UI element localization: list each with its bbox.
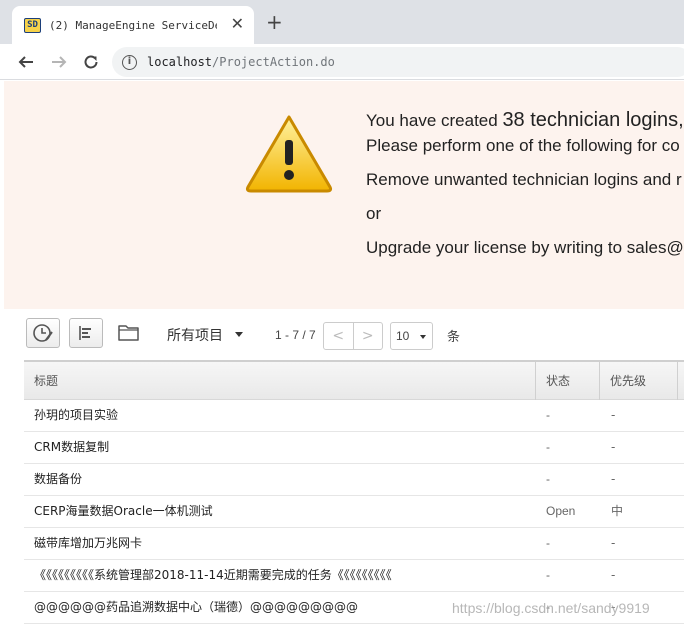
row-status: - (546, 440, 550, 454)
license-message-line1: You have created 38 technician logins, (366, 109, 684, 132)
table-row[interactable]: CRM数据复制 - - (24, 432, 684, 464)
columns-icon (79, 326, 91, 340)
row-title-link[interactable]: 孙玥的项目实验 (34, 400, 534, 431)
license-message-line2: Please perform one of the following for … (366, 136, 680, 155)
column-header-priority[interactable]: 优先级 (599, 362, 677, 400)
table-body: 孙玥的项目实验 - - CRM数据复制 - - 数据备份 - - CERP海量数据Oracle一体… (24, 400, 684, 624)
column-chooser-button[interactable] (69, 318, 103, 348)
pagination: < > (323, 322, 383, 350)
reload-icon (84, 55, 98, 69)
row-priority: - (611, 408, 616, 422)
url-text: localhost/ProjectAction.do (147, 55, 335, 69)
license-warning-banner: You have created 38 technician logins, P… (4, 81, 684, 309)
view-filter-dropdown[interactable]: 所有项目 (167, 325, 223, 345)
row-priority: - (611, 472, 616, 486)
site-info-icon[interactable]: i (122, 54, 137, 70)
table-header: 标题 状态 优先级 (24, 360, 684, 400)
row-priority: - (611, 440, 616, 454)
column-header-extra (677, 362, 684, 400)
back-arrow-icon (18, 56, 33, 68)
history-button[interactable] (26, 318, 60, 348)
watermark-text: https://blog.csdn.net/sandy9919 (452, 600, 650, 616)
row-status: - (546, 472, 550, 486)
clock-edit-icon (33, 324, 53, 342)
column-header-title[interactable]: 标题 (24, 362, 535, 400)
column-header-status[interactable]: 状态 (535, 362, 599, 400)
folder-icon[interactable] (118, 322, 140, 342)
row-status: - (546, 568, 550, 582)
row-title-link[interactable]: CERP海量数据Oracle一体机测试 (34, 496, 534, 527)
browser-tab-strip: SD (2) ManageEngine ServiceDesk ✕ + (0, 0, 684, 44)
row-title-link[interactable]: 数据备份 (34, 464, 534, 495)
chevron-down-icon[interactable] (235, 332, 243, 337)
technician-count-text: 38 technician logins, (502, 109, 684, 131)
license-message-or: or (366, 204, 382, 223)
table-row[interactable]: CERP海量数据Oracle一体机测试 Open 中 (24, 496, 684, 528)
forward-button[interactable] (47, 50, 71, 74)
row-priority: - (611, 536, 616, 550)
servicedesk-favicon-icon: SD (24, 17, 41, 33)
license-message-line3: Remove unwanted technician logins and r (366, 170, 682, 189)
table-row[interactable]: 数据备份 - - (24, 464, 684, 496)
forward-arrow-icon (52, 56, 67, 68)
browser-toolbar: i localhost/ProjectAction.do (0, 44, 684, 80)
previous-page-button[interactable]: < (324, 323, 354, 349)
browser-tab[interactable]: SD (2) ManageEngine ServiceDesk ✕ (12, 6, 254, 44)
url-host: localhost (147, 55, 213, 69)
license-message-prefix: You have created (366, 111, 503, 130)
record-range: 1 - 7 / 7 (275, 328, 316, 342)
row-status: Open (546, 504, 576, 518)
row-status: - (546, 408, 550, 422)
license-message-line5: Upgrade your license by writing to sales… (366, 238, 684, 257)
row-status: - (546, 536, 550, 550)
warning-triangle-icon (245, 115, 333, 193)
new-tab-button[interactable]: + (266, 12, 283, 32)
per-page-select[interactable]: 10 (390, 322, 433, 350)
table-row[interactable]: 《《《《《《《《《系统管理部2018-11-14近期需要完成的任务《《《《《《《… (24, 560, 684, 592)
row-title-link[interactable]: 磁带库增加万兆网卡 (34, 528, 534, 559)
per-page-chevron-icon (420, 335, 426, 339)
address-bar[interactable]: i localhost/ProjectAction.do (112, 47, 684, 77)
next-page-button[interactable]: > (354, 323, 383, 349)
per-page-unit: 条 (447, 330, 461, 345)
reload-button[interactable] (79, 50, 103, 74)
row-priority: 中 (611, 504, 624, 518)
tab-close-icon[interactable]: ✕ (231, 16, 244, 32)
project-list-toolbar: 所有项目 1 - 7 / 7 < > 10 条 (24, 312, 684, 360)
row-title-link[interactable]: 《《《《《《《《《系统管理部2018-11-14近期需要完成的任务《《《《《《《… (34, 560, 534, 591)
tab-title: (2) ManageEngine ServiceDesk (49, 18, 217, 32)
per-page-value: 10 (396, 329, 410, 343)
row-priority: - (611, 568, 616, 582)
table-row[interactable]: 磁带库增加万兆网卡 - - (24, 528, 684, 560)
table-row[interactable]: 孙玥的项目实验 - - (24, 400, 684, 432)
back-button[interactable] (14, 50, 38, 74)
url-path: /ProjectAction.do (212, 55, 335, 69)
project-table: 标题 状态 优先级 孙玥的项目实验 - - CRM数据复制 - - 数据备份 - - CERP海量… (24, 360, 684, 624)
row-title-link[interactable]: CRM数据复制 (34, 432, 534, 463)
